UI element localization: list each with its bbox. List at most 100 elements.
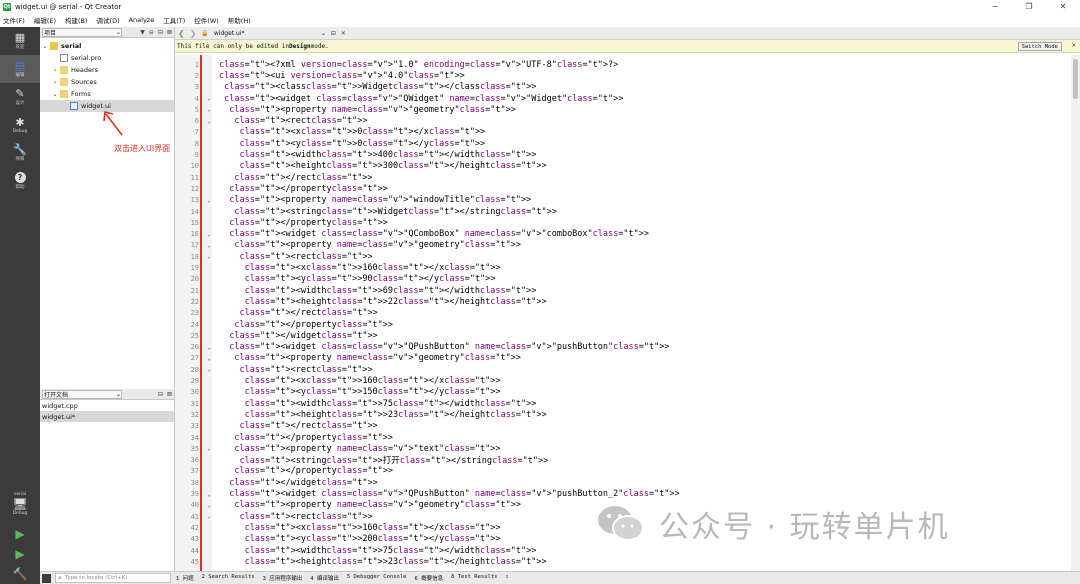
- code-line[interactable]: 12 class="t"></propertyclass="t">>: [175, 183, 1080, 194]
- code-line[interactable]: 29 class="t"><xclass="t">>160class="t"><…: [175, 375, 1080, 386]
- output-pane-tab[interactable]: ⇕: [505, 574, 508, 582]
- open-document-item[interactable]: widget.cpp: [40, 400, 174, 411]
- open-document-item[interactable]: widget.ui*: [40, 411, 174, 422]
- fold-marker-icon[interactable]: ⌄: [203, 118, 215, 125]
- code-line[interactable]: 45 class="t"><heightclass="t">>23class="…: [175, 556, 1080, 567]
- fold-marker-icon[interactable]: ⌄: [203, 344, 215, 351]
- sidebar-toggle-button[interactable]: [42, 573, 51, 583]
- tree-item[interactable]: › Sources: [40, 76, 174, 88]
- fold-marker-icon[interactable]: ⌄: [203, 231, 215, 238]
- link-icon[interactable]: ⊖: [149, 29, 154, 36]
- switch-mode-button[interactable]: Switch Mode: [1017, 42, 1062, 51]
- code-line[interactable]: 32 class="t"><heightclass="t">>23class="…: [175, 409, 1080, 420]
- code-line[interactable]: 44 class="t"><widthclass="t">>75class="t…: [175, 545, 1080, 556]
- menu-item[interactable]: Analyze: [129, 16, 155, 24]
- code-line[interactable]: 7 class="t"><xclass="t">>0class="t"></xc…: [175, 127, 1080, 138]
- menu-item[interactable]: 编辑(E): [34, 15, 56, 25]
- code-line[interactable]: 2 class="t"><ui version=class="v">"4.0"cl…: [175, 70, 1080, 81]
- close-icon[interactable]: ✕: [341, 30, 346, 37]
- code-line[interactable]: 39 ⌄ class="t"><widget class=class="v">"Q…: [175, 488, 1080, 499]
- code-line[interactable]: 33 class="t"></rectclass="t">>: [175, 421, 1080, 432]
- code-line[interactable]: 20 class="t"><yclass="t">>90class="t"></…: [175, 274, 1080, 285]
- code-line[interactable]: 6 ⌄ class="t"><rectclass="t">>: [175, 116, 1080, 127]
- code-line[interactable]: 5 ⌄ class="t"><property name=class="v">"g…: [175, 104, 1080, 115]
- output-pane-tab[interactable]: 3 应用程序输出: [263, 574, 303, 582]
- code-line[interactable]: 8 class="t"><yclass="t">>0class="t"></yc…: [175, 138, 1080, 149]
- code-line[interactable]: 23 class="t"></rectclass="t">>: [175, 308, 1080, 319]
- fold-marker-icon[interactable]: ⌄: [203, 106, 215, 113]
- back-icon[interactable]: ❮: [178, 29, 185, 38]
- close-button[interactable]: ✕: [1046, 0, 1080, 13]
- code-line[interactable]: 4 ⌄ class="t"><widget class=class="v">"QW…: [175, 93, 1080, 104]
- code-line[interactable]: 24 class="t"></propertyclass="t">>: [175, 319, 1080, 330]
- code-line[interactable]: 10 class="t"><heightclass="t">>300class=…: [175, 161, 1080, 172]
- menu-item[interactable]: 工具(T): [163, 15, 185, 25]
- fold-marker-icon[interactable]: ⌄: [203, 366, 215, 373]
- close-infobar-icon[interactable]: ✕: [1072, 41, 1076, 49]
- menu-item[interactable]: 调试(D): [97, 15, 120, 25]
- menu-item[interactable]: 帮助(H): [228, 15, 251, 25]
- split-icon[interactable]: ⊟: [158, 391, 163, 398]
- open-documents-select[interactable]: 打开文档 ⌄: [42, 389, 122, 399]
- expand-arrow-icon[interactable]: ⌄: [50, 91, 60, 98]
- fold-marker-icon[interactable]: ⌄: [203, 513, 215, 520]
- code-line[interactable]: 3 class="t"><classclass="t">>Widgetclass…: [175, 82, 1080, 93]
- fold-marker-icon[interactable]: ⌄: [203, 502, 215, 509]
- code-line[interactable]: 31 class="t"><widthclass="t">>75class="t…: [175, 398, 1080, 409]
- code-line[interactable]: 18 ⌄ class="t"><rectclass="t">>: [175, 251, 1080, 262]
- run-button[interactable]: ▶: [0, 524, 40, 544]
- code-line[interactable]: 38 class="t"></widgetclass="t">>: [175, 477, 1080, 488]
- filter-icon[interactable]: ▼: [140, 29, 145, 36]
- navigator-view-select[interactable]: 项目 ⌄: [42, 27, 122, 37]
- split-icon[interactable]: ⊟: [331, 30, 336, 37]
- code-line[interactable]: 35 ⌄ class="t"><property name=class="v">"…: [175, 443, 1080, 454]
- tree-item[interactable]: › Headers: [40, 64, 174, 76]
- code-line[interactable]: 19 class="t"><xclass="t">>160class="t"><…: [175, 262, 1080, 273]
- code-line[interactable]: 16 ⌄ class="t"><widget class=class="v">"Q…: [175, 229, 1080, 240]
- kit-selector[interactable]: serial 🖥 Debug: [0, 492, 40, 516]
- code-line[interactable]: 28 ⌄ class="t"><rectclass="t">>: [175, 364, 1080, 375]
- fold-marker-icon[interactable]: ⌄: [203, 445, 215, 452]
- mode-wrench[interactable]: 🔧 项目: [0, 139, 40, 167]
- build-button[interactable]: 🔨: [0, 564, 40, 584]
- code-line[interactable]: 13 ⌄ class="t"><property name=class="v">"…: [175, 195, 1080, 206]
- mode-pencil[interactable]: ✎ 设计: [0, 83, 40, 111]
- tree-item[interactable]: serial.pro: [40, 52, 174, 64]
- code-line[interactable]: 17 ⌄ class="t"><property name=class="v">"…: [175, 240, 1080, 251]
- fold-marker-icon[interactable]: ⌄: [203, 355, 215, 362]
- output-pane-tab[interactable]: 2 Search Results: [202, 574, 255, 582]
- code-line[interactable]: 30 class="t"><yclass="t">>150class="t"><…: [175, 387, 1080, 398]
- debug-run-button[interactable]: ▶: [0, 544, 40, 564]
- mode-bug[interactable]: ✱ Debug: [0, 111, 40, 139]
- output-pane-tab[interactable]: 1 问题: [176, 574, 194, 582]
- code-line[interactable]: 22 class="t"><heightclass="t">>22class="…: [175, 296, 1080, 307]
- menu-item[interactable]: 控件(W): [194, 15, 219, 25]
- locator-input[interactable]: ⌕ Type to locate (Ctrl+K): [55, 573, 171, 583]
- code-area[interactable]: 1 class="t"><?xml version=class="v">"1.0"…: [175, 55, 1080, 571]
- fold-marker-icon[interactable]: ⌄: [203, 197, 215, 204]
- code-line[interactable]: 21 class="t"><widthclass="t">>69class="t…: [175, 285, 1080, 296]
- expand-arrow-icon[interactable]: ⌄: [40, 43, 50, 50]
- tree-item[interactable]: ⌄ Forms: [40, 88, 174, 100]
- output-pane-tab[interactable]: 6 概要信息: [414, 574, 443, 582]
- fold-marker-icon[interactable]: ⌄: [203, 253, 215, 260]
- maximize-button[interactable]: ❐: [1012, 0, 1046, 13]
- mode-grid[interactable]: ▦ 欢迎: [0, 27, 40, 55]
- code-line[interactable]: 9 class="t"><widthclass="t">>400class="t…: [175, 149, 1080, 160]
- menu-item[interactable]: 文件(F): [3, 15, 25, 25]
- vertical-scrollbar[interactable]: [1071, 55, 1080, 571]
- code-line[interactable]: 37 class="t"></propertyclass="t">>: [175, 466, 1080, 477]
- tree-item[interactable]: ⌄ serial: [40, 40, 174, 52]
- code-line[interactable]: 26 ⌄ class="t"><widget class=class="v">"Q…: [175, 342, 1080, 353]
- menu-item[interactable]: 构建(B): [65, 15, 88, 25]
- document-selector[interactable]: widget.ui* ⌄: [214, 30, 326, 37]
- code-line[interactable]: 34 class="t"></propertyclass="t">>: [175, 432, 1080, 443]
- minimize-button[interactable]: ─: [978, 0, 1012, 13]
- code-line[interactable]: 36 class="t"><stringclass="t">>打开class="…: [175, 455, 1080, 466]
- code-line[interactable]: 15 class="t"></propertyclass="t">>: [175, 217, 1080, 228]
- output-pane-tab[interactable]: 8 Test Results: [451, 574, 497, 582]
- mode-edit[interactable]: ▤ 编辑: [0, 55, 40, 83]
- output-pane-tab[interactable]: 5 Debugger Console: [347, 574, 407, 582]
- close-icon[interactable]: ⊠: [167, 391, 172, 398]
- scrollbar-thumb[interactable]: [1073, 59, 1078, 99]
